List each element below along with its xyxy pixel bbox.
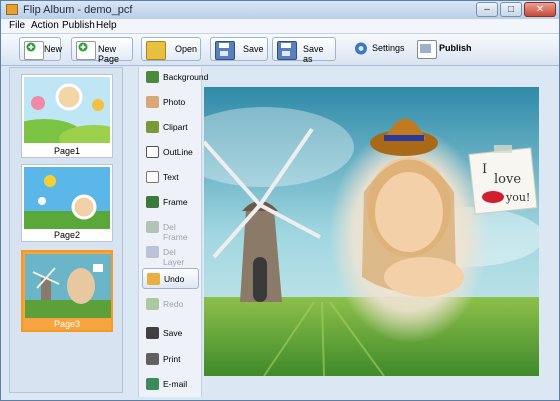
delete-frame-icon [146,221,159,233]
menu-help[interactable]: Help [96,20,117,31]
tool-outline[interactable]: OutLine [142,142,199,163]
save-as-icon [277,41,297,60]
background-icon [146,71,159,83]
note-text-love: love [494,172,521,187]
pages-panel: Page1 Page2 Page3 [9,67,123,393]
tool-print[interactable]: Print [142,349,199,370]
tool-photo[interactable]: Photo [142,92,199,113]
page-thumbnail-1[interactable]: Page1 [21,74,113,158]
title-bar[interactable]: Flip Album - demo_pcf – □ ✕ [1,1,559,19]
menu-file[interactable]: File [9,20,25,31]
photo-icon [146,96,159,108]
frame-icon [146,196,159,208]
menu-publish[interactable]: Publish [62,20,95,31]
tool-del-frame[interactable]: Del Frame [142,217,199,242]
settings-button[interactable]: Settings [350,37,410,61]
menu-action[interactable]: Action [31,20,59,31]
save-icon [146,327,159,339]
maximize-button[interactable]: □ [500,2,522,17]
new-document-icon [24,41,44,60]
redo-icon [146,298,159,310]
email-icon [146,378,159,390]
publish-icon [417,40,437,59]
page2-preview [24,167,110,229]
note-text-you: you! [505,191,530,204]
page1-preview [24,77,110,143]
page-label: Page1 [53,146,81,156]
tool-clipart[interactable]: Clipart [142,117,199,138]
save-button[interactable]: Save [210,37,268,61]
new-page-button[interactable]: New Page [71,37,133,64]
minimize-button[interactable]: – [476,2,498,17]
outline-icon [146,146,159,158]
tool-redo[interactable]: Redo [142,294,199,315]
page-label: Page3 [53,319,81,329]
window-title: Flip Album - demo_pcf [23,4,133,16]
publish-button[interactable]: Publish [415,37,475,61]
tool-text[interactable]: Text [142,167,199,188]
page-label: Page2 [53,230,81,240]
clipart-icon [146,121,159,133]
toolbar: New New Page Open Save Save as Settings … [1,34,559,66]
canvas-artwork: I love you! [204,87,539,376]
gear-icon [352,40,370,57]
app-icon [6,4,18,15]
tool-background[interactable]: Background [142,67,208,88]
new-button[interactable]: New [19,37,62,61]
page3-preview [25,254,111,318]
close-button[interactable]: ✕ [524,2,556,17]
floppy-disk-icon [215,41,235,60]
print-icon [146,353,159,365]
open-button[interactable]: Open [141,37,201,61]
tool-undo[interactable]: Undo [142,268,199,289]
album-canvas[interactable]: I love you! [204,87,539,376]
tool-email[interactable]: E-mail [142,374,199,395]
new-page-icon [76,41,96,60]
tool-frame[interactable]: Frame [142,192,199,213]
save-as-button[interactable]: Save as [272,37,336,64]
undo-icon [147,273,160,285]
note-text-i: I [482,162,487,177]
tool-save[interactable]: Save [142,323,199,344]
menu-bar: File Action Publish Help [1,19,559,34]
app-window: Flip Album - demo_pcf – □ ✕ File Action … [0,0,560,401]
delete-layer-icon [146,246,159,258]
page-thumbnail-3[interactable]: Page3 [21,250,113,332]
text-icon [146,171,159,183]
tool-del-layer[interactable]: Del Layer [142,242,199,267]
page-thumbnail-2[interactable]: Page2 [21,164,113,242]
folder-open-icon [146,41,166,60]
tools-panel: Background Photo Clipart OutLine Text Fr… [138,67,208,397]
